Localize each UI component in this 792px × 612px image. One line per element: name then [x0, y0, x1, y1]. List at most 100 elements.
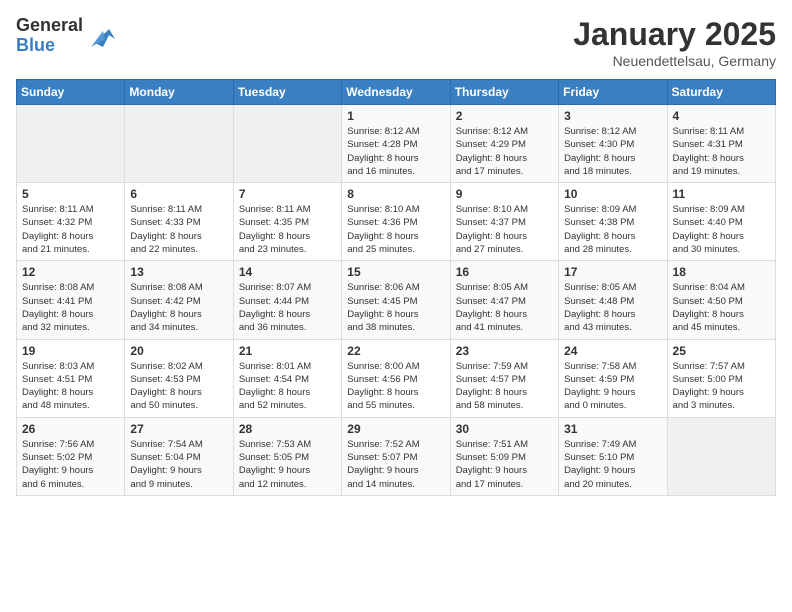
calendar-cell	[233, 105, 341, 183]
day-info: Sunrise: 8:03 AM Sunset: 4:51 PM Dayligh…	[22, 360, 119, 413]
column-header-friday: Friday	[559, 80, 667, 105]
day-number: 10	[564, 187, 661, 201]
day-number: 20	[130, 344, 227, 358]
day-info: Sunrise: 8:11 AM Sunset: 4:32 PM Dayligh…	[22, 203, 119, 256]
day-info: Sunrise: 7:58 AM Sunset: 4:59 PM Dayligh…	[564, 360, 661, 413]
day-info: Sunrise: 8:01 AM Sunset: 4:54 PM Dayligh…	[239, 360, 336, 413]
calendar-cell: 27Sunrise: 7:54 AM Sunset: 5:04 PM Dayli…	[125, 417, 233, 495]
column-header-tuesday: Tuesday	[233, 80, 341, 105]
column-header-monday: Monday	[125, 80, 233, 105]
day-info: Sunrise: 7:49 AM Sunset: 5:10 PM Dayligh…	[564, 438, 661, 491]
day-number: 15	[347, 265, 444, 279]
column-header-thursday: Thursday	[450, 80, 558, 105]
day-number: 24	[564, 344, 661, 358]
calendar-cell: 12 Sunrise: 8:08 AM Sunset: 4:41 PM Dayli…	[17, 261, 125, 339]
calendar-cell: 7 Sunrise: 8:11 AM Sunset: 4:35 PM Daylig…	[233, 183, 341, 261]
calendar-cell: 25 Sunrise: 7:57 AM Sunset: 5:00 PM Dayli…	[667, 339, 775, 417]
calendar-cell: 18 Sunrise: 8:04 AM Sunset: 4:50 PM Dayli…	[667, 261, 775, 339]
calendar-cell: 2 Sunrise: 8:12 AM Sunset: 4:29 PM Daylig…	[450, 105, 558, 183]
day-info: Sunrise: 8:02 AM Sunset: 4:53 PM Dayligh…	[130, 360, 227, 413]
day-number: 2	[456, 109, 553, 123]
day-number: 27	[130, 422, 227, 436]
day-number: 26	[22, 422, 119, 436]
calendar-cell: 19 Sunrise: 8:03 AM Sunset: 4:51 PM Dayli…	[17, 339, 125, 417]
calendar-cell: 4 Sunrise: 8:11 AM Sunset: 4:31 PM Daylig…	[667, 105, 775, 183]
logo-general-text: General	[16, 16, 83, 36]
calendar-header-row: SundayMondayTuesdayWednesdayThursdayFrid…	[17, 80, 776, 105]
day-number: 8	[347, 187, 444, 201]
day-number: 9	[456, 187, 553, 201]
day-info: Sunrise: 8:06 AM Sunset: 4:45 PM Dayligh…	[347, 281, 444, 334]
day-info: Sunrise: 8:04 AM Sunset: 4:50 PM Dayligh…	[673, 281, 770, 334]
calendar-cell: 6 Sunrise: 8:11 AM Sunset: 4:33 PM Daylig…	[125, 183, 233, 261]
logo: General Blue	[16, 16, 117, 56]
day-number: 5	[22, 187, 119, 201]
calendar-cell: 10 Sunrise: 8:09 AM Sunset: 4:38 PM Dayli…	[559, 183, 667, 261]
day-number: 30	[456, 422, 553, 436]
day-info: Sunrise: 8:07 AM Sunset: 4:44 PM Dayligh…	[239, 281, 336, 334]
day-info: Sunrise: 7:51 AM Sunset: 5:09 PM Dayligh…	[456, 438, 553, 491]
calendar-cell: 28 Sunrise: 7:53 AM Sunset: 5:05 PM Dayli…	[233, 417, 341, 495]
day-number: 19	[22, 344, 119, 358]
calendar-week-row: 12 Sunrise: 8:08 AM Sunset: 4:41 PM Dayli…	[17, 261, 776, 339]
calendar-week-row: 1 Sunrise: 8:12 AM Sunset: 4:28 PM Daylig…	[17, 105, 776, 183]
calendar-cell: 3 Sunrise: 8:12 AM Sunset: 4:30 PM Daylig…	[559, 105, 667, 183]
day-info: Sunrise: 8:00 AM Sunset: 4:56 PM Dayligh…	[347, 360, 444, 413]
calendar-cell: 13 Sunrise: 8:08 AM Sunset: 4:42 PM Dayli…	[125, 261, 233, 339]
calendar-cell	[17, 105, 125, 183]
calendar-cell: 30 Sunrise: 7:51 AM Sunset: 5:09 PM Dayli…	[450, 417, 558, 495]
calendar-cell: 24 Sunrise: 7:58 AM Sunset: 4:59 PM Dayli…	[559, 339, 667, 417]
day-info: Sunrise: 7:52 AM Sunset: 5:07 PM Dayligh…	[347, 438, 444, 491]
day-info: Sunrise: 8:11 AM Sunset: 4:35 PM Dayligh…	[239, 203, 336, 256]
day-info: Sunrise: 8:12 AM Sunset: 4:28 PM Dayligh…	[347, 125, 444, 178]
day-number: 16	[456, 265, 553, 279]
day-number: 18	[673, 265, 770, 279]
calendar-cell: 5 Sunrise: 8:11 AM Sunset: 4:32 PM Daylig…	[17, 183, 125, 261]
day-info: Sunrise: 8:11 AM Sunset: 4:31 PM Dayligh…	[673, 125, 770, 178]
day-number: 13	[130, 265, 227, 279]
day-number: 12	[22, 265, 119, 279]
day-info: Sunrise: 8:08 AM Sunset: 4:42 PM Dayligh…	[130, 281, 227, 334]
calendar-table: SundayMondayTuesdayWednesdayThursdayFrid…	[16, 79, 776, 496]
day-number: 28	[239, 422, 336, 436]
page-header: General Blue January 2025 Neuendettelsau…	[16, 16, 776, 69]
day-info: Sunrise: 8:05 AM Sunset: 4:48 PM Dayligh…	[564, 281, 661, 334]
logo-icon	[87, 21, 117, 51]
calendar-cell: 9 Sunrise: 8:10 AM Sunset: 4:37 PM Daylig…	[450, 183, 558, 261]
day-number: 3	[564, 109, 661, 123]
day-info: Sunrise: 7:57 AM Sunset: 5:00 PM Dayligh…	[673, 360, 770, 413]
day-info: Sunrise: 8:05 AM Sunset: 4:47 PM Dayligh…	[456, 281, 553, 334]
logo-blue-text: Blue	[16, 36, 83, 56]
calendar-cell: 16 Sunrise: 8:05 AM Sunset: 4:47 PM Dayli…	[450, 261, 558, 339]
day-info: Sunrise: 7:56 AM Sunset: 5:02 PM Dayligh…	[22, 438, 119, 491]
day-number: 21	[239, 344, 336, 358]
calendar-week-row: 5 Sunrise: 8:11 AM Sunset: 4:32 PM Daylig…	[17, 183, 776, 261]
day-number: 11	[673, 187, 770, 201]
day-info: Sunrise: 8:10 AM Sunset: 4:37 PM Dayligh…	[456, 203, 553, 256]
calendar-cell: 22Sunrise: 8:00 AM Sunset: 4:56 PM Dayli…	[342, 339, 450, 417]
month-title: January 2025	[573, 16, 776, 53]
day-number: 7	[239, 187, 336, 201]
day-number: 31	[564, 422, 661, 436]
day-number: 6	[130, 187, 227, 201]
column-header-saturday: Saturday	[667, 80, 775, 105]
day-number: 23	[456, 344, 553, 358]
day-info: Sunrise: 8:08 AM Sunset: 4:41 PM Dayligh…	[22, 281, 119, 334]
day-info: Sunrise: 8:11 AM Sunset: 4:33 PM Dayligh…	[130, 203, 227, 256]
day-info: Sunrise: 8:09 AM Sunset: 4:38 PM Dayligh…	[564, 203, 661, 256]
calendar-cell	[667, 417, 775, 495]
day-number: 17	[564, 265, 661, 279]
day-info: Sunrise: 8:09 AM Sunset: 4:40 PM Dayligh…	[673, 203, 770, 256]
calendar-cell: 31 Sunrise: 7:49 AM Sunset: 5:10 PM Dayli…	[559, 417, 667, 495]
day-info: Sunrise: 8:12 AM Sunset: 4:29 PM Dayligh…	[456, 125, 553, 178]
calendar-cell: 23Sunrise: 7:59 AM Sunset: 4:57 PM Dayli…	[450, 339, 558, 417]
day-info: Sunrise: 8:12 AM Sunset: 4:30 PM Dayligh…	[564, 125, 661, 178]
location-text: Neuendettelsau, Germany	[573, 53, 776, 69]
day-number: 14	[239, 265, 336, 279]
day-info: Sunrise: 7:53 AM Sunset: 5:05 PM Dayligh…	[239, 438, 336, 491]
day-number: 4	[673, 109, 770, 123]
day-number: 1	[347, 109, 444, 123]
calendar-cell: 15 Sunrise: 8:06 AM Sunset: 4:45 PM Dayli…	[342, 261, 450, 339]
calendar-cell: 8Sunrise: 8:10 AM Sunset: 4:36 PM Daylig…	[342, 183, 450, 261]
day-number: 25	[673, 344, 770, 358]
